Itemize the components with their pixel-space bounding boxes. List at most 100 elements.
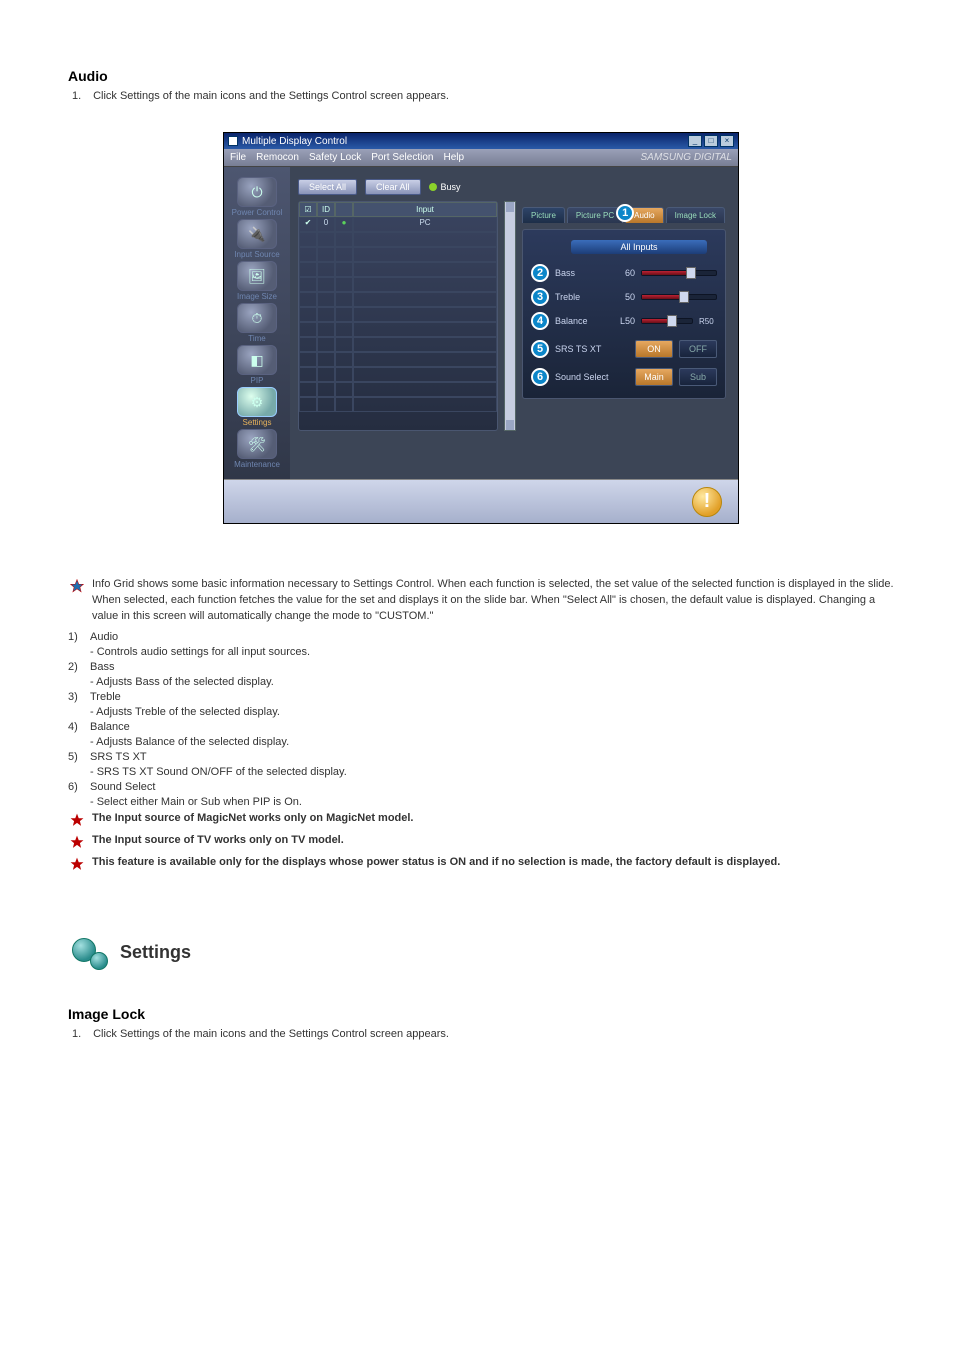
menu-remocon[interactable]: Remocon: [256, 152, 299, 163]
note-warn-3: This feature is available only for the d…: [92, 855, 894, 871]
menubar: File Remocon Safety Lock Port Selection …: [224, 149, 738, 167]
tab-audio[interactable]: 1Audio: [625, 207, 663, 223]
tab-badge: 1: [616, 204, 634, 222]
all-inputs-panel: All Inputs 2 Bass 60 3 Treble: [522, 229, 726, 399]
window-title: Multiple Display Control: [242, 136, 686, 147]
grid-header-input: Input: [353, 202, 497, 217]
item-num: 3): [68, 691, 86, 703]
item-num: 2): [68, 661, 86, 673]
srs-on-button[interactable]: ON: [635, 340, 673, 358]
busy-indicator: Busy: [429, 182, 461, 192]
tab-picture-pc[interactable]: Picture PC: [567, 207, 623, 223]
sound-sub-button[interactable]: Sub: [679, 368, 717, 386]
item-desc: - Select either Main or Sub when PIP is …: [68, 796, 894, 808]
grid-header-check[interactable]: ☑: [299, 202, 317, 217]
sidebar-label: Maintenance: [229, 460, 285, 469]
menu-safety-lock[interactable]: Safety Lock: [309, 152, 361, 163]
grid-header-status: [335, 202, 353, 217]
sidebar-item-input-source[interactable]: 🔌Input Source: [229, 219, 285, 259]
image-size-icon: 🖼: [237, 261, 277, 291]
item-desc: - Adjusts Bass of the selected display.: [68, 676, 894, 688]
warning-icon: !: [692, 487, 722, 517]
menu-file[interactable]: File: [230, 152, 246, 163]
label-balance-right: R50: [699, 317, 717, 326]
grid-scrollbar[interactable]: [504, 201, 516, 431]
sidebar-item-pip[interactable]: ◧PIP: [229, 345, 285, 385]
star-icon: [68, 579, 86, 627]
time-icon: ⏱: [237, 303, 277, 333]
input-source-icon: 🔌: [237, 219, 277, 249]
badge-6: 6: [531, 368, 549, 386]
notes-block: Info Grid shows some basic information n…: [68, 574, 894, 874]
badge-5: 5: [531, 340, 549, 358]
slider-bass-track[interactable]: [641, 270, 717, 276]
grid-cell-status: ●: [335, 217, 353, 232]
all-inputs-header: All Inputs: [571, 240, 707, 254]
maintenance-icon: 🛠: [237, 429, 277, 459]
tab-picture[interactable]: Picture: [522, 207, 565, 223]
maximize-button[interactable]: □: [704, 135, 718, 147]
item-desc: - Adjusts Balance of the selected displa…: [68, 736, 894, 748]
star-icon: [68, 813, 86, 829]
item-desc: - SRS TS XT Sound ON/OFF of the selected…: [68, 766, 894, 778]
sidebar-item-power-control[interactable]: ⏻Power Control: [229, 177, 285, 217]
sidebar-item-maintenance[interactable]: 🛠Maintenance: [229, 429, 285, 469]
instruction-line-2: 1. Click Settings of the main icons and …: [68, 1028, 894, 1040]
menu-port-selection[interactable]: Port Selection: [371, 152, 433, 163]
grid-cell-check[interactable]: [299, 217, 317, 232]
grid-cell-id: 0: [317, 217, 335, 232]
tab-image-lock[interactable]: Image Lock: [666, 207, 725, 223]
sidebar-item-settings[interactable]: ⚙Settings: [229, 387, 285, 427]
tab-audio-label: Audio: [634, 211, 654, 220]
option-sound-select: 6 Sound Select Main Sub: [531, 368, 717, 386]
menu-help[interactable]: Help: [443, 152, 464, 163]
item-title: Sound Select: [90, 781, 155, 793]
option-srs: 5 SRS TS XT ON OFF: [531, 340, 717, 358]
sidebar-item-image-size[interactable]: 🖼Image Size: [229, 261, 285, 301]
item-title: Balance: [90, 721, 130, 733]
item-title: SRS TS XT: [90, 751, 147, 763]
app-footer: !: [224, 479, 738, 523]
label-treble: Treble: [555, 292, 607, 302]
close-button[interactable]: ×: [720, 135, 734, 147]
instruction-number-2: 1.: [72, 1028, 90, 1040]
busy-dot-icon: [429, 183, 437, 191]
star-icon: [68, 835, 86, 851]
badge-2: 2: [531, 264, 549, 282]
item-num: 4): [68, 721, 86, 733]
slider-balance: 4 Balance L50 R50: [531, 312, 717, 330]
select-all-button[interactable]: Select All: [298, 179, 357, 195]
slider-balance-track[interactable]: [641, 318, 693, 324]
minimize-button[interactable]: _: [688, 135, 702, 147]
item-title: Bass: [90, 661, 114, 673]
star-icon: [68, 857, 86, 873]
sidebar-item-time[interactable]: ⏱Time: [229, 303, 285, 343]
instruction-text-2: Click Settings of the main icons and the…: [93, 1028, 449, 1040]
value-balance: L50: [613, 316, 635, 326]
srs-off-button[interactable]: OFF: [679, 340, 717, 358]
sidebar-label: Settings: [229, 418, 285, 427]
sidebar-label: Image Size: [229, 292, 285, 301]
item-title: Audio: [90, 631, 118, 643]
grid-header-id: ID: [317, 202, 335, 217]
item-num: 6): [68, 781, 86, 793]
grid-cell-input: PC: [353, 217, 497, 232]
value-treble: 50: [613, 292, 635, 302]
brand-label: SAMSUNG DIGITAL: [641, 152, 733, 163]
value-bass: 60: [613, 268, 635, 278]
instruction-text: Click Settings of the main icons and the…: [93, 90, 449, 102]
grid-row[interactable]: 0 ● PC: [299, 217, 497, 232]
label-balance: Balance: [555, 316, 607, 326]
section-title-audio: Audio: [68, 68, 894, 84]
slider-treble-track[interactable]: [641, 294, 717, 300]
sidebar-label: Power Control: [229, 208, 285, 217]
clear-all-button[interactable]: Clear All: [365, 179, 421, 195]
titlebar: Multiple Display Control _ □ ×: [224, 133, 738, 149]
sound-main-button[interactable]: Main: [635, 368, 673, 386]
label-srs: SRS TS XT: [555, 344, 629, 354]
instruction-number: 1.: [72, 90, 90, 102]
section-title-image-lock: Image Lock: [68, 1006, 894, 1022]
settings-heading: Settings: [120, 942, 191, 963]
slider-bass: 2 Bass 60: [531, 264, 717, 282]
label-bass: Bass: [555, 268, 607, 278]
